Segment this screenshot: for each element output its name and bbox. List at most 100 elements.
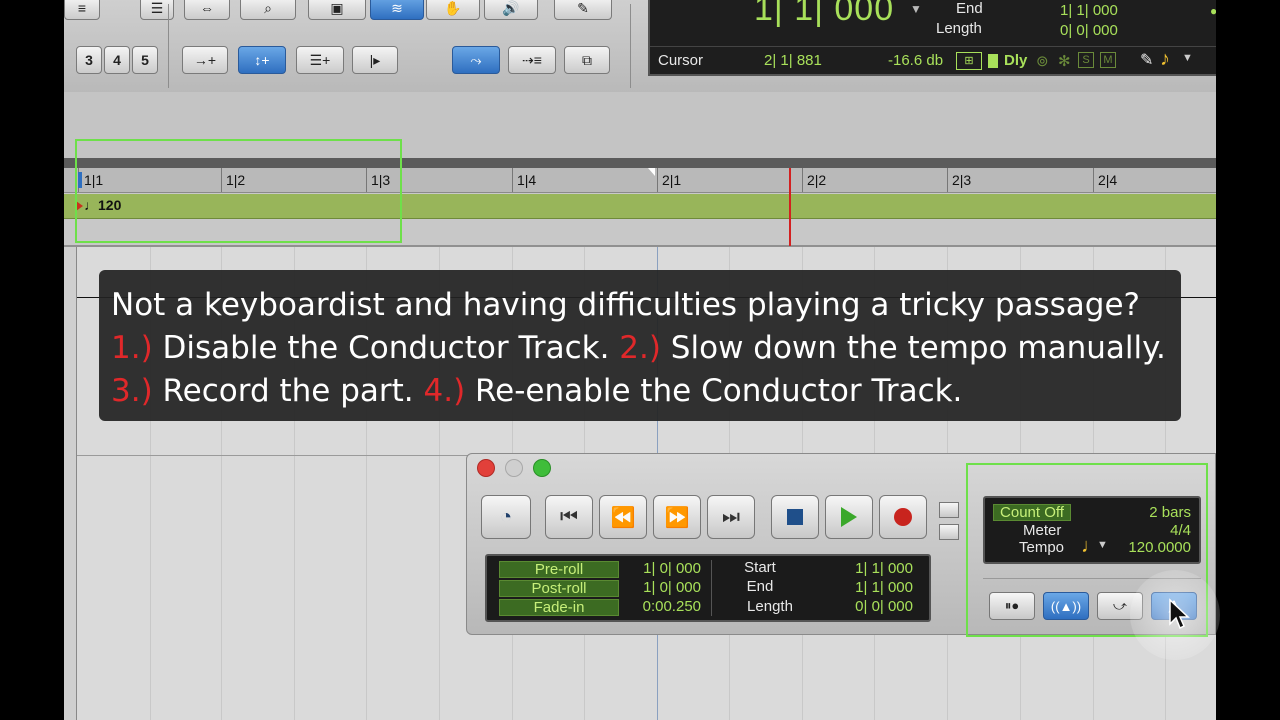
prefs-icon[interactable]: ⊚: [1036, 52, 1049, 70]
mute-button[interactable]: M: [1100, 52, 1116, 68]
online-clock-icon: ◔: [499, 505, 513, 528]
preroll-value[interactable]: 1| 0| 000: [627, 560, 701, 577]
tab-to-transient-button[interactable]: →+: [182, 46, 228, 74]
mirror-icon: ⧉: [582, 51, 592, 68]
stop-button[interactable]: [771, 495, 819, 539]
smart-tool-button[interactable]: ≋: [370, 0, 424, 20]
hand-icon: ✋: [444, 0, 462, 16]
arrows-in-icon: →+: [193, 52, 217, 68]
zoom-preset-3[interactable]: 3: [76, 46, 102, 74]
caption-line-2: 1.) Disable the Conductor Track. 2.) Slo…: [111, 327, 1169, 370]
transport-counters: Pre-roll 1| 0| 000 Post-roll 1| 0| 000 F…: [485, 554, 931, 622]
cursor-level: -16.6 db: [888, 52, 944, 69]
return-to-zero-icon: ⏮: [560, 505, 578, 528]
loop-toggle-button[interactable]: [939, 502, 959, 518]
fadein-button[interactable]: Fade-in: [499, 599, 619, 616]
online-button[interactable]: ◔: [481, 495, 531, 539]
grabber-tool-button[interactable]: ▣: [308, 0, 366, 20]
toolbar-separator: [630, 4, 631, 88]
grid-icon: ≡: [77, 0, 87, 16]
record-button[interactable]: [879, 495, 927, 539]
speaker-icon: 🔊: [502, 0, 520, 16]
grabber-icon: ▣: [330, 0, 344, 16]
bar-label: 1|4: [517, 172, 537, 188]
play-button[interactable]: [825, 495, 873, 539]
track-header-strip: [64, 247, 77, 720]
postroll-value[interactable]: 1| 0| 000: [627, 579, 701, 596]
step-2-text: Slow down the tempo manually.: [660, 330, 1166, 366]
note-dropdown-icon[interactable]: ▼: [1182, 52, 1193, 64]
bar-label: 2|4: [1098, 172, 1118, 188]
end-value[interactable]: 1| 1| 000: [837, 579, 913, 596]
trim-tool-button[interactable]: ⇔: [184, 0, 230, 20]
pencil-tool-button[interactable]: ✎: [554, 0, 612, 20]
length-value: 0| 0| 000: [1060, 22, 1118, 39]
close-window-button[interactable]: [477, 459, 495, 477]
marker-flag-icon[interactable]: [648, 168, 655, 176]
start-value[interactable]: 1| 1| 000: [837, 560, 913, 577]
insertion-icon: |▸: [369, 51, 381, 68]
zoom-toggle-button[interactable]: ⇢≡: [508, 46, 556, 74]
main-counter-value: 1| 1| 000: [754, 0, 895, 28]
step-4-number: 4.): [423, 373, 466, 409]
step-1-text: Disable the Conductor Track.: [152, 330, 620, 366]
play-icon: [841, 507, 857, 527]
pencil-icon: ✎: [577, 0, 589, 16]
playhead[interactable]: [789, 168, 791, 246]
fast-forward-button[interactable]: ⏩: [653, 495, 701, 539]
caption-line-3: 3.) Record the part. 4.) Re-enable the C…: [111, 370, 1169, 413]
end-label: End: [746, 578, 774, 595]
main-counter: 1| 1| 000 ▼ End 1| 1| 000 Length 0| 0| 0…: [648, 0, 1216, 76]
waveform-icon: ≋: [391, 0, 403, 16]
automation-icon: ⤳: [470, 51, 482, 68]
note-icon: ♪: [1160, 48, 1170, 70]
tutorial-caption: Not a keyboardist and having difficultie…: [99, 270, 1181, 421]
go-to-end-button[interactable]: ⏭: [707, 495, 755, 539]
end-value: 1| 1| 000: [1060, 2, 1118, 19]
zoom-window-button[interactable]: [533, 459, 551, 477]
speaker-tool-button[interactable]: 🔊: [484, 0, 538, 20]
length-value[interactable]: 0| 0| 000: [837, 598, 913, 615]
toolbar-separator: [168, 4, 169, 88]
bar-label: 2|2: [807, 172, 827, 188]
list-icon: ☰: [150, 0, 164, 16]
mouse-pointer-icon: [1169, 598, 1190, 630]
bar-label: 2|3: [952, 172, 972, 188]
fadein-value[interactable]: 0:00.250: [627, 598, 701, 615]
midi-input-icon[interactable]: ⊞: [956, 52, 982, 70]
step-2-number: 2.): [619, 330, 661, 366]
quickpunch-toggle-button[interactable]: [939, 524, 959, 540]
nudge-icon[interactable]: [988, 54, 998, 68]
link-track-icon: ☰+: [309, 51, 331, 68]
minimize-window-button[interactable]: [505, 459, 523, 477]
zoom-toggle-icon: ⇢≡: [522, 51, 542, 68]
insertion-follows-button[interactable]: |▸: [352, 46, 398, 74]
counter-divider: [650, 46, 1216, 47]
rewind-icon: ⏪: [610, 506, 636, 529]
solo-button[interactable]: S: [1078, 52, 1094, 68]
length-label: Length: [936, 20, 982, 37]
link-track-button[interactable]: ☰+: [296, 46, 344, 74]
postroll-button[interactable]: Post-roll: [499, 580, 619, 597]
bar-label: 2|1: [662, 172, 682, 188]
counter-divider: [711, 560, 712, 616]
pencil-icon[interactable]: ✎: [1140, 50, 1153, 70]
step-1-number: 1.): [111, 330, 153, 366]
selector-tool-button[interactable]: ⌕: [240, 0, 296, 20]
end-label: End: [956, 0, 983, 17]
delay-comp-label[interactable]: Dly: [1004, 52, 1027, 69]
link-timeline-button[interactable]: ↕+: [238, 46, 286, 74]
rewind-button[interactable]: ⏪: [599, 495, 647, 539]
zoom-preset-4[interactable]: 4: [104, 46, 130, 74]
counter-dropdown-icon[interactable]: ▼: [910, 2, 922, 16]
counter-indicator-icon: ●: [1210, 4, 1216, 18]
automation-follows-button[interactable]: ⤳: [452, 46, 500, 74]
scrubber-tool-button[interactable]: ✋: [426, 0, 480, 20]
preroll-button[interactable]: Pre-roll: [499, 561, 619, 578]
zoom-preset-5[interactable]: 5: [132, 46, 158, 74]
caption-line-1: Not a keyboardist and having difficultie…: [111, 287, 1140, 323]
mirror-button[interactable]: ⧉: [564, 46, 610, 74]
snowflake-icon[interactable]: ✻: [1058, 52, 1071, 70]
edit-mode-button[interactable]: ≡: [64, 0, 100, 20]
return-to-zero-button[interactable]: ⏮: [545, 495, 593, 539]
